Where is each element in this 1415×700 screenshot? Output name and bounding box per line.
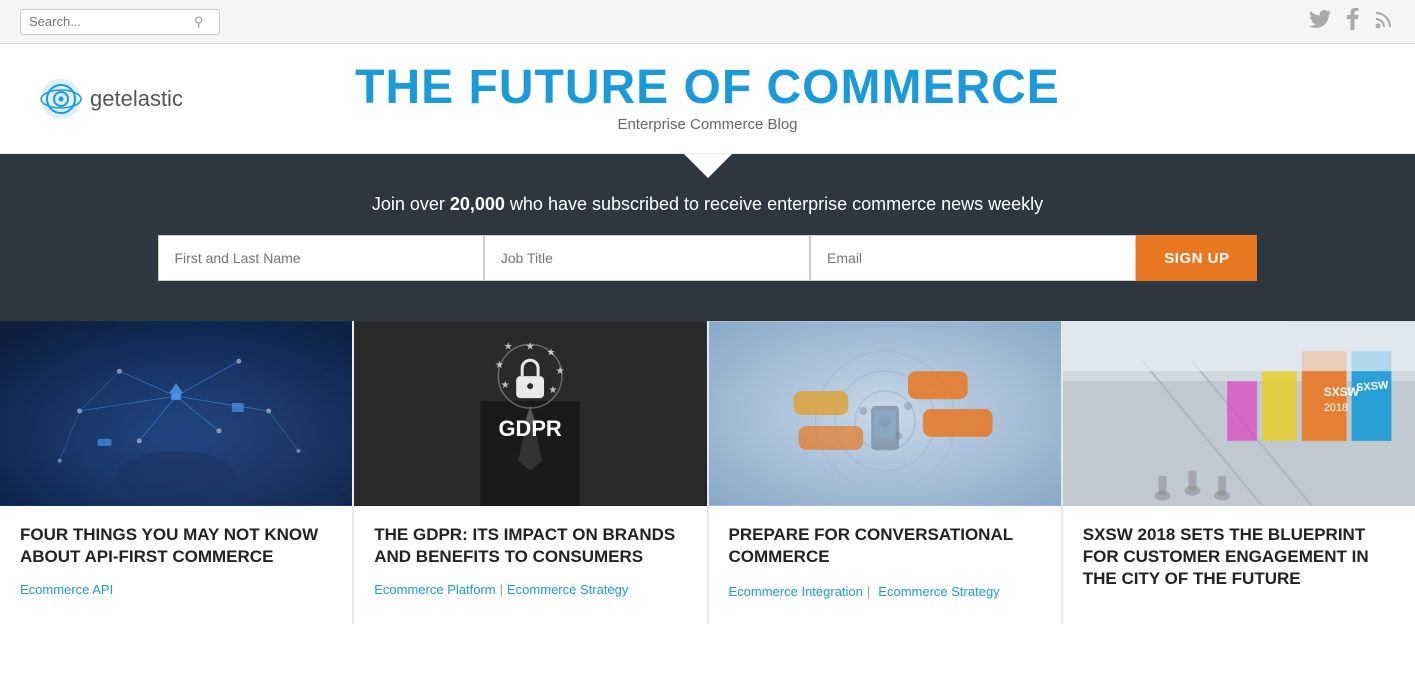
top-bar: ⚲	[0, 0, 1415, 44]
svg-text:GDPR: GDPR	[499, 416, 562, 441]
email-input[interactable]	[810, 235, 1136, 281]
site-title: THE FUTURE OF COMMERCE	[355, 64, 1060, 112]
card-tags-3: Ecommerce Integration | Ecommerce Strate…	[729, 582, 1041, 600]
card-title-2: THE GDPR: ITS IMPACT ON BRANDS AND BENEF…	[374, 524, 686, 568]
subscribe-text: Join over 20,000 who have subscribed to …	[40, 194, 1375, 215]
card-body-1: FOUR THINGS YOU MAY NOT KNOW ABOUT API-F…	[0, 506, 352, 617]
svg-text:★: ★	[495, 360, 504, 371]
cards-section: FOUR THINGS YOU MAY NOT KNOW ABOUT API-F…	[0, 321, 1415, 624]
logo-text: getelastic	[90, 86, 183, 112]
card-gdpr: GDPR ★ ★ ★ ★ ★ ★ ★ THE GDPR: ITS IMPACT …	[354, 321, 706, 624]
facebook-icon[interactable]	[1347, 8, 1359, 36]
search-box[interactable]: ⚲	[20, 9, 220, 35]
svg-text:★: ★	[501, 380, 510, 391]
card-image-2: GDPR ★ ★ ★ ★ ★ ★ ★	[354, 321, 706, 506]
signup-button[interactable]: SIGN UP	[1136, 235, 1257, 281]
card-body-3: PREPARE FOR CONVERSATIONAL COMMERCE Ecom…	[709, 506, 1061, 620]
twitter-icon[interactable]	[1309, 10, 1331, 34]
logo-icon	[40, 78, 82, 120]
tag-divider-2: |	[500, 582, 503, 597]
card-tags-2: Ecommerce Platform | Ecommerce Strategy	[374, 582, 686, 597]
card-body-2: THE GDPR: ITS IMPACT ON BRANDS AND BENEF…	[354, 506, 706, 617]
search-icon: ⚲	[194, 14, 204, 30]
card-title-1: FOUR THINGS YOU MAY NOT KNOW ABOUT API-F…	[20, 524, 332, 568]
svg-text:★: ★	[549, 385, 558, 396]
search-input[interactable]	[29, 14, 194, 29]
rss-icon[interactable]	[1375, 9, 1395, 35]
svg-text:SXSW: SXSW	[1323, 385, 1359, 399]
svg-text:2018: 2018	[1323, 402, 1347, 414]
card-tag-platform[interactable]: Ecommerce Platform	[374, 582, 495, 597]
subscribe-section: Join over 20,000 who have subscribed to …	[0, 154, 1415, 321]
site-header: getelastic THE FUTURE OF COMMERCE Enterp…	[0, 44, 1415, 154]
site-subtitle: Enterprise Commerce Blog	[355, 116, 1060, 133]
card-tag-strategy-2[interactable]: Ecommerce Strategy	[507, 582, 628, 597]
svg-text:★: ★	[526, 341, 535, 352]
card-image-4: SXSW 2018 SXSW	[1063, 321, 1415, 506]
card-conversational: PREPARE FOR CONVERSATIONAL COMMERCE Ecom…	[709, 321, 1061, 624]
svg-text:★: ★	[556, 366, 565, 377]
card-image-3	[709, 321, 1061, 506]
card-image-1	[0, 321, 352, 506]
card-tags-1: Ecommerce API	[20, 582, 332, 597]
svg-text:★: ★	[504, 341, 513, 352]
svg-text:★: ★	[547, 347, 556, 358]
subscribe-form: SIGN UP	[158, 235, 1258, 281]
logo[interactable]: getelastic	[40, 78, 183, 120]
card-body-4: SXSW 2018 SETS THE BLUEPRINT FOR CUSTOME…	[1063, 506, 1415, 624]
social-icons	[1309, 8, 1395, 36]
card-tag-integration[interactable]: Ecommerce Integration	[729, 584, 863, 599]
tag-divider-3: |	[867, 584, 870, 599]
card-title-3: PREPARE FOR CONVERSATIONAL COMMERCE	[729, 524, 1041, 568]
header-center: THE FUTURE OF COMMERCE Enterprise Commer…	[355, 64, 1060, 133]
card-sxsw: SXSW 2018 SXSW SXSW 2018 SETS THE BLUEPR…	[1063, 321, 1415, 624]
card-api: FOUR THINGS YOU MAY NOT KNOW ABOUT API-F…	[0, 321, 352, 624]
card-title-4: SXSW 2018 SETS THE BLUEPRINT FOR CUSTOME…	[1083, 524, 1395, 590]
card-tag-api[interactable]: Ecommerce API	[20, 582, 113, 597]
card-tag-strategy-3[interactable]: Ecommerce Strategy	[878, 584, 999, 599]
title-input[interactable]	[484, 235, 810, 281]
name-input[interactable]	[158, 235, 484, 281]
